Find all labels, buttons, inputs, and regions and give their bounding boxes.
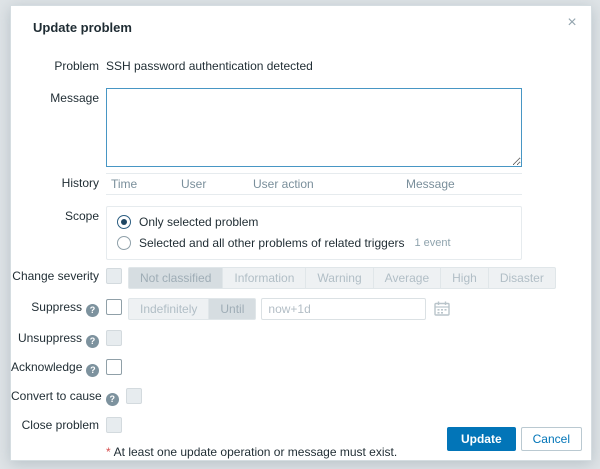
cancel-button[interactable]: Cancel xyxy=(521,427,582,451)
history-label: History xyxy=(11,173,106,195)
severity-segmented-control: Not classified Information Warning Avera… xyxy=(128,267,556,289)
problem-label: Problem xyxy=(11,56,106,73)
message-label: Message xyxy=(11,88,106,167)
calendar-icon xyxy=(431,298,453,320)
severity-information-button: Information xyxy=(222,267,306,289)
severity-disaster-button: Disaster xyxy=(488,267,556,289)
radio-checked-icon xyxy=(117,215,131,229)
help-icon[interactable]: ? xyxy=(86,304,99,317)
acknowledge-row: Acknowledge? xyxy=(11,358,571,377)
radio-unchecked-icon xyxy=(117,236,131,250)
required-note-text: At least one update operation or message… xyxy=(114,445,398,459)
convert-to-cause-row: Convert to cause? xyxy=(11,387,571,406)
severity-average-button: Average xyxy=(373,267,441,289)
close-problem-checkbox xyxy=(106,417,122,433)
help-icon[interactable]: ? xyxy=(86,364,99,377)
message-row: Message xyxy=(11,88,571,167)
dialog-footer: Update Cancel xyxy=(447,427,582,451)
unsuppress-label: Unsuppress? xyxy=(11,329,106,348)
suppress-time-input xyxy=(261,298,426,320)
scope-option-related-triggers[interactable]: Selected and all other problems of relat… xyxy=(117,236,511,250)
event-count-text: 1 event xyxy=(414,237,450,249)
convert-to-cause-checkbox xyxy=(126,388,142,404)
history-col-user-action: User action xyxy=(253,177,406,191)
convert-to-cause-label: Convert to cause? xyxy=(11,387,126,406)
note-spacer xyxy=(11,443,106,459)
history-col-user: User xyxy=(181,177,253,191)
suppress-checkbox[interactable] xyxy=(106,299,122,315)
scope-option-label: Selected and all other problems of relat… xyxy=(139,236,404,250)
problem-row: Problem SSH password authentication dete… xyxy=(11,56,571,73)
change-severity-checkbox xyxy=(106,268,122,284)
history-col-message: Message xyxy=(406,177,522,191)
scope-option-label: Only selected problem xyxy=(139,215,258,229)
scope-option-only-selected[interactable]: Only selected problem xyxy=(117,215,511,229)
unsuppress-row: Unsuppress? xyxy=(11,329,571,348)
suppress-mode-control: Indefinitely Until xyxy=(128,298,256,320)
severity-not-classified-button: Not classified xyxy=(128,267,223,289)
suppress-indefinitely-button: Indefinitely xyxy=(128,298,209,320)
acknowledge-label: Acknowledge? xyxy=(11,358,106,377)
required-asterisk: * xyxy=(106,445,111,459)
severity-warning-button: Warning xyxy=(305,267,373,289)
close-icon[interactable]: × xyxy=(563,14,581,32)
message-textarea[interactable] xyxy=(106,88,522,167)
update-problem-form: Problem SSH password authentication dete… xyxy=(11,35,591,459)
suppress-label: Suppress? xyxy=(11,298,106,320)
scope-label: Scope xyxy=(11,206,106,260)
history-table: Time User User action Message xyxy=(106,173,522,195)
update-problem-dialog: Update problem × Problem SSH password au… xyxy=(10,5,592,461)
change-severity-label: Change severity xyxy=(11,267,106,289)
scope-row: Scope Only selected problem Selected and… xyxy=(11,206,571,260)
scope-options-box: Only selected problem Selected and all o… xyxy=(106,206,522,260)
help-icon[interactable]: ? xyxy=(106,393,119,406)
suppress-row: Suppress? Indefinitely Until xyxy=(11,298,571,320)
dialog-header: Update problem × xyxy=(11,6,591,35)
history-col-time: Time xyxy=(106,177,181,191)
close-problem-label: Close problem xyxy=(11,416,106,433)
acknowledge-checkbox[interactable] xyxy=(106,359,122,375)
unsuppress-checkbox xyxy=(106,330,122,346)
problem-value: SSH password authentication detected xyxy=(106,56,313,73)
suppress-until-button: Until xyxy=(208,298,256,320)
help-icon[interactable]: ? xyxy=(86,335,99,348)
severity-high-button: High xyxy=(440,267,489,289)
required-note: *At least one update operation or messag… xyxy=(106,443,397,459)
dialog-title: Update problem xyxy=(33,20,132,35)
history-row: History Time User User action Message xyxy=(11,173,571,195)
update-button[interactable]: Update xyxy=(447,427,516,451)
change-severity-row: Change severity Not classified Informati… xyxy=(11,267,571,289)
